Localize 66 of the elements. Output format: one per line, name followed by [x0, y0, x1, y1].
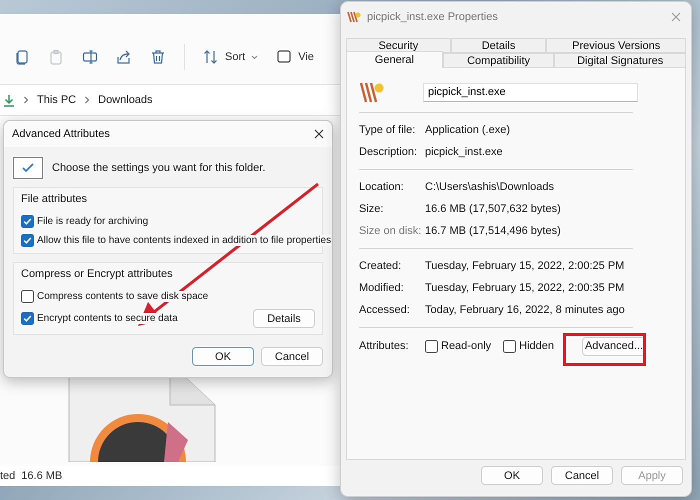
- property-value: Today, February 16, 2022, 8 minutes ago: [425, 304, 626, 316]
- sort-icon: [203, 49, 219, 65]
- checkbox[interactable]: [503, 340, 516, 352]
- property-value: Application (.exe): [425, 124, 511, 136]
- dialog-button[interactable]: Cancel: [551, 466, 613, 485]
- app-icon: [359, 81, 385, 103]
- property-label: Attributes:: [359, 340, 410, 352]
- option-label: Encrypt contents to secure data: [37, 313, 178, 324]
- group-title: Compress or Encrypt attributes: [21, 268, 174, 280]
- property-value: C:\Users\ashis\Downloads: [425, 181, 555, 193]
- file-name-field[interactable]: picpick_inst.exe: [423, 82, 638, 102]
- breadcrumb-item[interactable]: This PC: [37, 94, 76, 106]
- details-button[interactable]: Details: [253, 309, 315, 328]
- property-value: 16.7 MB (17,514,496 bytes): [425, 225, 562, 237]
- property-label: Accessed:: [359, 304, 411, 316]
- property-label: Size:: [359, 203, 384, 215]
- option-label: Read-only: [441, 340, 492, 352]
- breadcrumb-item[interactable]: Downloads: [98, 94, 153, 106]
- checkmark-icon: [13, 157, 43, 179]
- dialog-button[interactable]: OK: [481, 466, 543, 485]
- caret-icon: [251, 54, 258, 60]
- checkbox[interactable]: [425, 340, 438, 352]
- rename-icon[interactable]: [82, 49, 98, 65]
- property-value: Tuesday, February 15, 2022, 2:00:35 PM: [425, 282, 626, 294]
- intro-text: Choose the settings you want for this folder.: [52, 162, 266, 174]
- sort-button[interactable]: Sort: [203, 49, 258, 65]
- tab[interactable]: Previous Versions: [546, 38, 686, 53]
- dialog-button[interactable]: Cancel: [261, 347, 323, 366]
- tab[interactable]: General: [346, 51, 443, 68]
- close-icon[interactable]: [314, 129, 324, 139]
- option-label: File is ready for archiving: [37, 216, 148, 227]
- dialog-title: Advanced Attributes: [12, 128, 110, 140]
- tab[interactable]: Details: [450, 38, 546, 53]
- property-label: Description:: [359, 146, 418, 158]
- view-icon: [276, 49, 292, 65]
- option-label: Compress contents to save disk space: [37, 291, 208, 302]
- chevron-icon: [23, 96, 29, 104]
- checkbox[interactable]: [21, 312, 34, 325]
- status-text: ted: [0, 470, 16, 482]
- property-value: picpick_inst.exe: [425, 146, 504, 158]
- chevron-icon: [84, 96, 90, 104]
- property-label: Created:: [359, 260, 402, 272]
- download-icon: [3, 94, 15, 106]
- copy-icon[interactable]: [14, 49, 30, 65]
- option-label: Allow this file to have contents indexed in addition to file properties: [37, 235, 332, 246]
- property-label: Modified:: [359, 282, 405, 294]
- checkbox[interactable]: [21, 234, 34, 247]
- window-title: picpick_inst.exe Properties: [367, 11, 499, 23]
- group-title: File attributes: [21, 193, 88, 205]
- property-label: Size on disk:: [359, 225, 422, 237]
- property-label: Type of file:: [359, 124, 416, 136]
- view-button[interactable]: Vie: [276, 49, 314, 65]
- property-label: Location:: [359, 181, 405, 193]
- dialog-button[interactable]: OK: [192, 347, 254, 366]
- checkbox[interactable]: [21, 290, 34, 303]
- tab[interactable]: Compatibility: [442, 53, 554, 68]
- checkbox[interactable]: [21, 215, 34, 228]
- option-label: Hidden: [519, 340, 554, 352]
- app-icon: [347, 11, 361, 23]
- property-value: 16.6 MB (17,507,632 bytes): [425, 203, 562, 215]
- tab[interactable]: Digital Signatures: [554, 53, 686, 68]
- property-value: Tuesday, February 15, 2022, 2:00:25 PM: [425, 260, 626, 272]
- share-icon[interactable]: [116, 49, 132, 65]
- advanced-button[interactable]: Advanced...: [582, 336, 646, 356]
- trash-icon[interactable]: [150, 49, 166, 65]
- status-size: 16.6 MB: [21, 470, 62, 482]
